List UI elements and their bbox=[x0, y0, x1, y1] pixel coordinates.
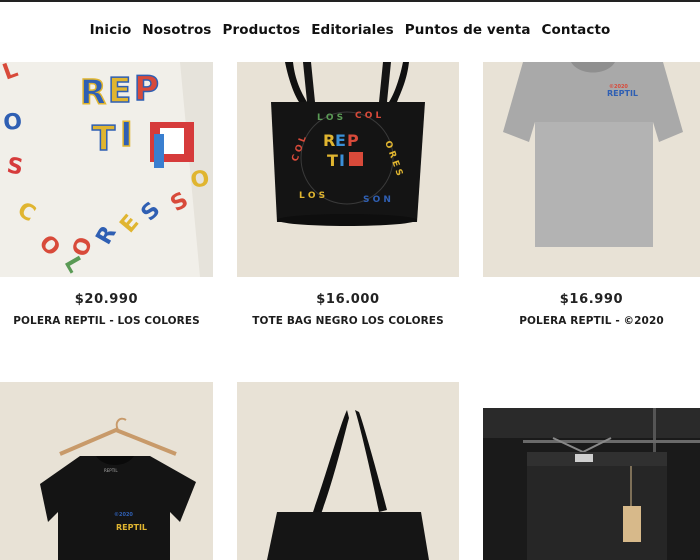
black-tote-artwork bbox=[237, 382, 459, 560]
nav-item-puntos-de-venta[interactable]: Puntos de venta bbox=[405, 22, 531, 38]
black-tshirt-hanger-artwork: REPTIL ©2020 REPTIL bbox=[0, 382, 213, 560]
product-price: $20.990 bbox=[74, 292, 139, 307]
product-card-black-tshirt[interactable]: REPTIL ©2020 REPTIL bbox=[0, 382, 213, 560]
svg-text:REPTIL: REPTIL bbox=[116, 523, 147, 532]
product-card-black-jeans[interactable] bbox=[483, 408, 700, 560]
svg-text:REPTIL: REPTIL bbox=[104, 468, 118, 473]
svg-text:E: E bbox=[108, 71, 131, 111]
product-image[interactable]: REPTIL ©2020 REPTIL bbox=[0, 382, 213, 560]
product-price: $16.000 bbox=[316, 292, 380, 307]
product-image[interactable] bbox=[237, 382, 459, 560]
tshirt-print-artwork: L O S C O L O R E S S O R E P T I bbox=[0, 62, 213, 277]
product-name[interactable]: POLERA REPTIL - LOS COLORES bbox=[0, 315, 213, 327]
grey-tshirt-artwork: ©2020 REPTIL bbox=[483, 62, 700, 277]
nav-item-editoriales[interactable]: Editoriales bbox=[311, 22, 394, 38]
main-nav: Inicio Nosotros Productos Editoriales Pu… bbox=[0, 22, 700, 38]
svg-text:T: T bbox=[92, 119, 116, 159]
product-image[interactable]: L O S C O L O R E S S O R E P T I bbox=[0, 62, 213, 277]
svg-text:©2020: ©2020 bbox=[114, 512, 133, 518]
svg-text:C O L: C O L bbox=[355, 111, 382, 121]
nav-item-nosotros[interactable]: Nosotros bbox=[142, 22, 211, 38]
product-image[interactable]: ©2020 REPTIL bbox=[483, 62, 700, 277]
svg-text:R: R bbox=[80, 73, 106, 113]
svg-text:P: P bbox=[347, 131, 359, 150]
product-name[interactable]: TOTE BAG NEGRO LOS COLORES bbox=[237, 315, 459, 327]
svg-text:S O N: S O N bbox=[363, 195, 391, 205]
svg-text:I: I bbox=[339, 151, 345, 170]
product-name[interactable]: POLERA REPTIL - ©2020 bbox=[483, 315, 700, 327]
nav-item-contacto[interactable]: Contacto bbox=[542, 22, 611, 38]
black-jeans-artwork bbox=[483, 408, 700, 560]
tote-bag-artwork: L O S C O L O R E S S O N L O S C O L R … bbox=[237, 62, 459, 277]
nav-item-productos[interactable]: Productos bbox=[222, 22, 300, 38]
svg-text:E: E bbox=[335, 131, 346, 150]
product-price: $16.990 bbox=[559, 292, 624, 307]
nav-item-inicio[interactable]: Inicio bbox=[90, 22, 132, 38]
svg-text:P: P bbox=[134, 69, 159, 109]
top-border bbox=[0, 0, 700, 2]
svg-text:R: R bbox=[323, 131, 335, 150]
svg-text:T: T bbox=[327, 151, 338, 170]
svg-text:I: I bbox=[120, 115, 133, 155]
svg-text:L O S: L O S bbox=[317, 113, 343, 123]
product-card-black-tote[interactable] bbox=[237, 382, 459, 560]
product-card-polera-colores[interactable]: L O S C O L O R E S S O R E P T I $20.99… bbox=[0, 62, 213, 342]
svg-text:O: O bbox=[2, 109, 23, 136]
small-logo-text: REPTIL bbox=[607, 89, 638, 98]
product-image[interactable]: L O S C O L O R E S S O N L O S C O L R … bbox=[237, 62, 459, 277]
svg-text:L O S: L O S bbox=[299, 191, 325, 201]
product-image[interactable] bbox=[483, 408, 700, 560]
product-card-tote-negro[interactable]: L O S C O L O R E S S O N L O S C O L R … bbox=[237, 62, 459, 342]
product-card-polera-2020[interactable]: ©2020 REPTIL $16.990 POLERA REPTIL - ©20… bbox=[483, 62, 700, 342]
